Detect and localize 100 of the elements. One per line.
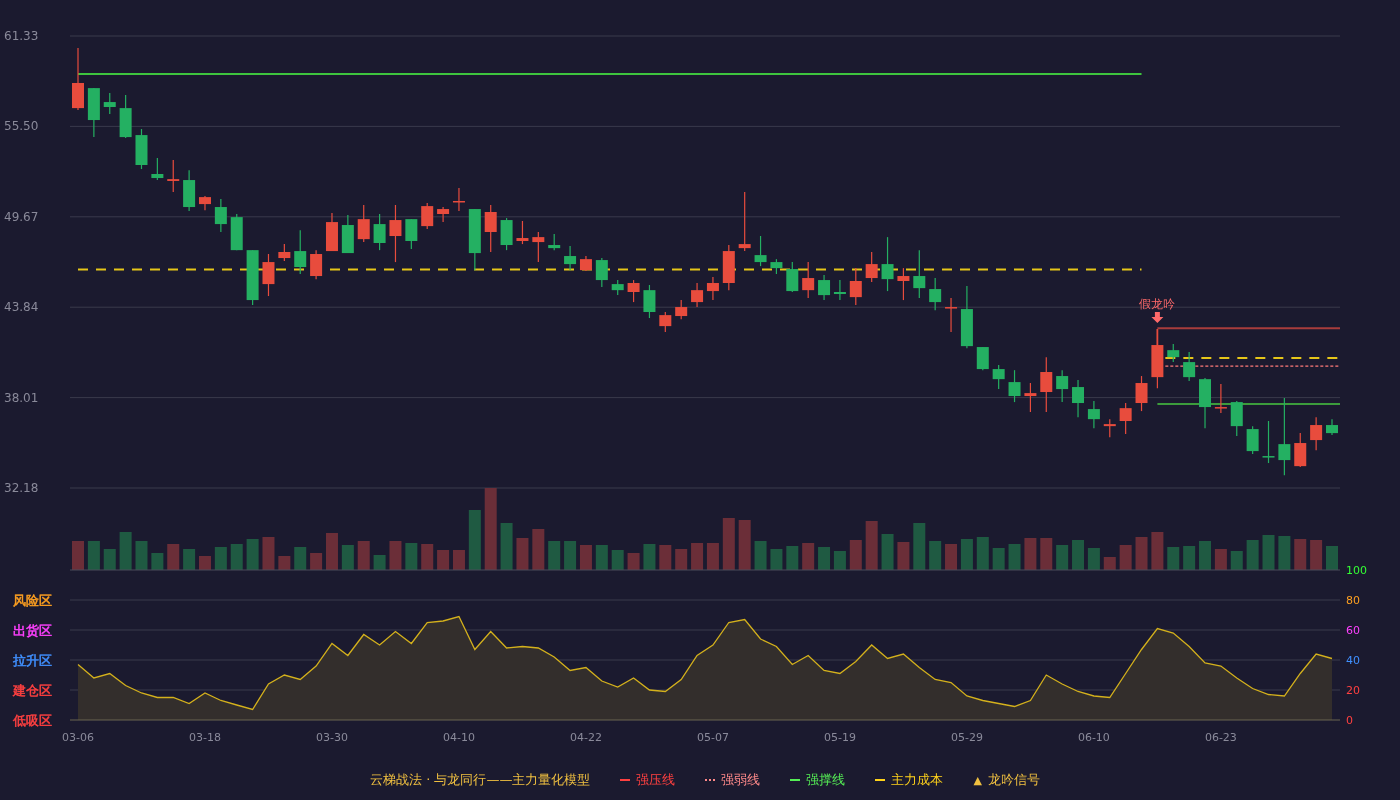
volume-bar (1056, 545, 1069, 570)
volume-bar (976, 537, 989, 570)
zone-label: 拉升区 (13, 653, 52, 668)
candlestick (738, 191, 751, 252)
volume-bar (1167, 547, 1180, 570)
candlestick (929, 277, 942, 311)
volume-bar (1199, 541, 1211, 570)
candlestick (389, 204, 402, 263)
volume-bar (881, 534, 894, 570)
volume-bar (294, 547, 307, 570)
volume-bar (230, 544, 243, 570)
candlestick (1326, 418, 1338, 436)
volume-bar (87, 541, 100, 570)
zone-label: 建仓区 (13, 683, 52, 698)
candlestick (468, 208, 481, 271)
candlestick (1214, 383, 1227, 414)
candlestick (706, 276, 719, 301)
candlestick (770, 258, 783, 275)
volume-bar (818, 547, 831, 570)
volume-bar (691, 543, 704, 570)
candlestick (87, 87, 100, 138)
candlestick (262, 253, 275, 297)
candlestick (246, 249, 259, 306)
candlestick (1199, 377, 1211, 429)
candlestick (341, 214, 354, 254)
axis-label: 55.50 (4, 119, 39, 134)
volume-bar (675, 549, 688, 570)
volume-bar (389, 541, 402, 570)
candlestick (500, 217, 513, 251)
candlestick (833, 279, 846, 301)
volume-bar (103, 549, 116, 570)
volume-bar (341, 545, 354, 570)
candlestick (1167, 343, 1180, 363)
volume-bar (1151, 532, 1164, 570)
candlestick (579, 255, 592, 272)
volume-bar (1040, 538, 1053, 570)
axis-label: 100 (1346, 564, 1367, 577)
legend-label: 龙吟信号 (987, 771, 1040, 789)
candlestick (1262, 420, 1275, 464)
candlestick (310, 249, 323, 280)
volume-bar (1135, 537, 1148, 570)
volume-bar (960, 539, 973, 570)
volume-bar (659, 545, 672, 570)
candlestick (452, 187, 465, 212)
candlestick (214, 198, 227, 233)
volume-bar (992, 548, 1005, 570)
volume-bar (500, 523, 513, 570)
volume-bar (437, 550, 450, 570)
volume-bar (183, 549, 196, 570)
volume-bar (1294, 539, 1307, 570)
volume-bar (1008, 544, 1021, 570)
candlestick (564, 245, 577, 271)
axis-label: 49.67 (4, 209, 39, 224)
axis-label: 43.84 (4, 300, 39, 315)
candlestick (1040, 356, 1053, 413)
axis-label: 04-22 (569, 731, 602, 744)
candlestick (484, 204, 497, 253)
candlestick (960, 285, 973, 349)
candlestick (1135, 375, 1148, 412)
volume-bar (1072, 540, 1085, 570)
volume-bar (468, 510, 481, 570)
candlestick (294, 229, 307, 275)
candlestick (278, 243, 291, 262)
candlestick (119, 94, 132, 139)
candlestick (1008, 369, 1021, 403)
volume-bar (72, 541, 84, 570)
volume-bar (214, 547, 227, 570)
candlestick (611, 279, 624, 296)
volume-bar (326, 533, 338, 570)
zone-label: 低吸区 (13, 713, 52, 728)
volume-bar (913, 523, 926, 570)
axis-label: 03-30 (316, 731, 348, 744)
axis-label: 05-07 (696, 731, 729, 744)
axis-label: 40 (1346, 654, 1360, 667)
volume-bar (278, 556, 291, 570)
axis-label: 61.33 (4, 29, 39, 43)
candlestick (1103, 418, 1116, 438)
volume-bar (135, 541, 148, 570)
candlestick (357, 204, 370, 243)
axis-label: 05-19 (823, 731, 856, 744)
volume-bar (945, 544, 958, 570)
zone-label: 出货区 (13, 623, 52, 638)
candlestick (865, 251, 878, 283)
volume-bar (119, 532, 132, 570)
candlestick (849, 267, 862, 306)
volume-bar (595, 545, 608, 570)
legend-label: 主力成本 (891, 771, 944, 789)
candlestick (1294, 432, 1307, 468)
volume-bar (865, 521, 878, 570)
candlestick (802, 261, 815, 299)
volume-bar (262, 537, 275, 570)
candlestick (199, 195, 211, 211)
volume-bar (579, 545, 592, 570)
axis-label: 03-06 (62, 731, 94, 744)
volume-bar (357, 541, 370, 570)
candlestick (1056, 369, 1069, 403)
volume-bar (722, 518, 735, 570)
candlestick (548, 233, 561, 251)
axis-label: 20 (1346, 684, 1360, 697)
candlestick (881, 236, 894, 292)
